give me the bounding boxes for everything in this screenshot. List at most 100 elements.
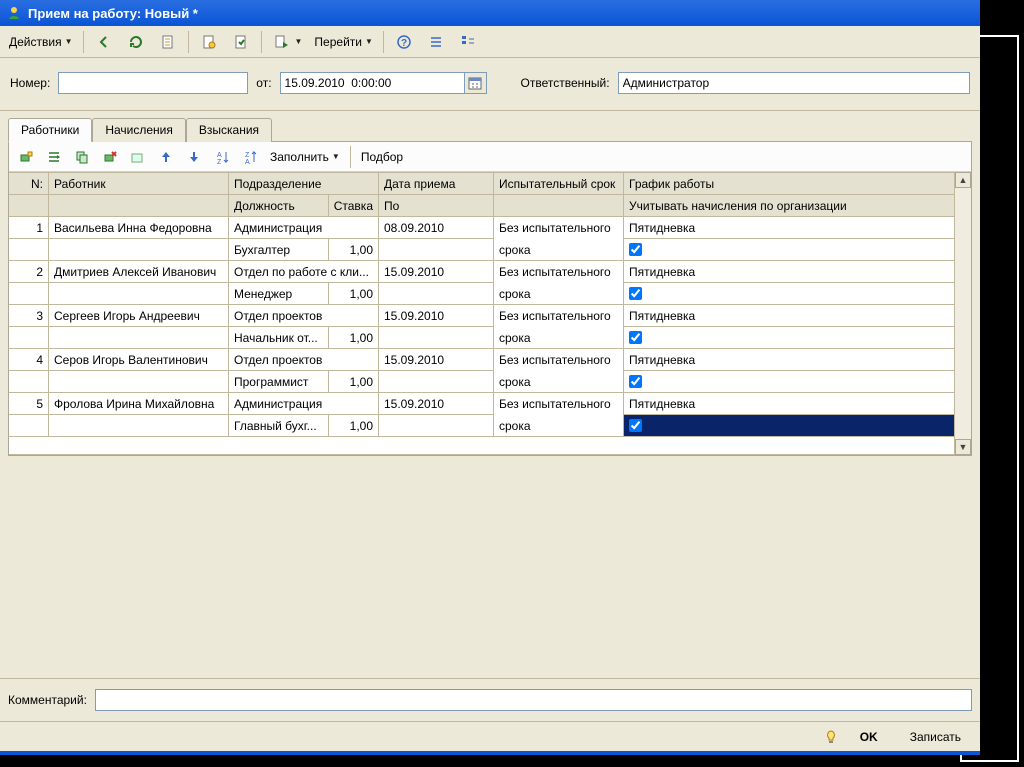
col-header-schedule[interactable]: График работы: [624, 173, 955, 195]
date-picker-button[interactable]: [465, 72, 487, 94]
copy-row-button[interactable]: [69, 145, 95, 169]
cell-trial-top[interactable]: Без испытательного: [494, 305, 624, 327]
cell-accrual[interactable]: [624, 283, 955, 305]
cell-n-sub[interactable]: [9, 415, 49, 437]
cell-emp-sub[interactable]: [49, 371, 229, 393]
save-button[interactable]: Записать: [899, 726, 972, 748]
cell-emp-sub[interactable]: [49, 327, 229, 349]
col-header-date[interactable]: Дата приема: [379, 173, 494, 195]
cell-to[interactable]: [379, 283, 494, 305]
move-down-button[interactable]: [181, 145, 207, 169]
cell-trial-top[interactable]: Без испытательного: [494, 261, 624, 283]
cell-position[interactable]: Главный бухг...: [229, 415, 329, 437]
go-menu[interactable]: Перейти ▼: [309, 30, 377, 54]
cell-n-sub[interactable]: [9, 283, 49, 305]
col-header-dept[interactable]: Подразделение: [229, 173, 379, 195]
cell-n-sub[interactable]: [9, 371, 49, 393]
insert-row-button[interactable]: [41, 145, 67, 169]
cell-schedule[interactable]: Пятидневка: [624, 305, 955, 327]
fill-menu[interactable]: Заполнить ▼: [265, 145, 345, 169]
cell-trial-bottom[interactable]: срока: [494, 283, 624, 305]
cell-accrual[interactable]: [624, 415, 955, 437]
accrual-checkbox[interactable]: [629, 375, 642, 388]
cell-dept[interactable]: Отдел проектов: [229, 349, 379, 371]
delete-row-button[interactable]: [97, 145, 123, 169]
responsible-input[interactable]: [618, 72, 970, 94]
tab-accruals[interactable]: Начисления: [92, 118, 186, 142]
cell-to[interactable]: [379, 239, 494, 261]
table-row[interactable]: 2Дмитриев Алексей ИвановичОтдел по работ…: [9, 261, 955, 305]
cell-n[interactable]: 1: [9, 217, 49, 239]
cell-n[interactable]: 5: [9, 393, 49, 415]
cell-n[interactable]: 2: [9, 261, 49, 283]
cell-accrual[interactable]: [624, 239, 955, 261]
cell-schedule[interactable]: Пятидневка: [624, 349, 955, 371]
cell-position[interactable]: Бухгалтер: [229, 239, 329, 261]
cell-n[interactable]: 4: [9, 349, 49, 371]
edit-row-button[interactable]: [125, 145, 151, 169]
cell-n[interactable]: 3: [9, 305, 49, 327]
cell-n-sub[interactable]: [9, 327, 49, 349]
cell-date[interactable]: 15.09.2010: [379, 305, 494, 327]
tab-employees[interactable]: Работники: [8, 118, 92, 142]
cell-accrual[interactable]: [624, 371, 955, 393]
toolbar-btn-2[interactable]: [121, 30, 151, 54]
cell-trial-bottom[interactable]: срока: [494, 327, 624, 349]
vertical-scrollbar[interactable]: ▲ ▼: [955, 172, 971, 455]
cell-emp-sub[interactable]: [49, 239, 229, 261]
cell-rate[interactable]: 1,00: [329, 327, 379, 349]
accrual-checkbox[interactable]: [629, 419, 642, 432]
cell-dept[interactable]: Администрация: [229, 217, 379, 239]
cell-rate[interactable]: 1,00: [329, 415, 379, 437]
cell-to[interactable]: [379, 371, 494, 393]
cell-to[interactable]: [379, 415, 494, 437]
table-row[interactable]: 5Фролова Ирина МихайловнаАдминистрация15…: [9, 393, 955, 437]
cell-date[interactable]: 15.09.2010: [379, 261, 494, 283]
cell-n-sub[interactable]: [9, 239, 49, 261]
cell-date[interactable]: 15.09.2010: [379, 393, 494, 415]
col-header-position[interactable]: Должность: [229, 195, 329, 217]
col-header-employee[interactable]: Работник: [49, 173, 229, 195]
sort-desc-button[interactable]: ZA: [237, 145, 263, 169]
toolbar-btn-6[interactable]: ▼: [267, 30, 308, 54]
cell-dept[interactable]: Отдел проектов: [229, 305, 379, 327]
cell-to[interactable]: [379, 327, 494, 349]
cell-employee[interactable]: Серов Игорь Валентинович: [49, 349, 229, 371]
cell-trial-bottom[interactable]: срока: [494, 415, 624, 437]
scroll-up-button[interactable]: ▲: [955, 172, 971, 188]
cell-emp-sub[interactable]: [49, 415, 229, 437]
cell-dept[interactable]: Администрация: [229, 393, 379, 415]
cell-schedule[interactable]: Пятидневка: [624, 217, 955, 239]
cell-position[interactable]: Программист: [229, 371, 329, 393]
help-button[interactable]: ?: [389, 30, 419, 54]
cell-position[interactable]: Начальник от...: [229, 327, 329, 349]
ok-button[interactable]: OK: [849, 726, 889, 748]
cell-rate[interactable]: 1,00: [329, 371, 379, 393]
cell-trial-top[interactable]: Без испытательного: [494, 217, 624, 239]
select-button[interactable]: Подбор: [356, 145, 408, 169]
cell-employee[interactable]: Фролова Ирина Михайловна: [49, 393, 229, 415]
table-row[interactable]: 1Васильева Инна ФедоровнаАдминистрация08…: [9, 217, 955, 261]
cell-rate[interactable]: 1,00: [329, 283, 379, 305]
cell-trial-top[interactable]: Без испытательного: [494, 349, 624, 371]
col-header-n[interactable]: N:: [9, 173, 49, 195]
cell-date[interactable]: 08.09.2010: [379, 217, 494, 239]
tab-deductions[interactable]: Взыскания: [186, 118, 272, 142]
date-input[interactable]: [280, 72, 465, 94]
cell-trial-top[interactable]: Без испытательного: [494, 393, 624, 415]
col-header-accrual[interactable]: Учитывать начисления по организации: [624, 195, 955, 217]
cell-employee[interactable]: Сергеев Игорь Андреевич: [49, 305, 229, 327]
cell-trial-bottom[interactable]: срока: [494, 371, 624, 393]
table-row[interactable]: 3Сергеев Игорь АндреевичОтдел проектов15…: [9, 305, 955, 349]
scroll-down-button[interactable]: ▼: [955, 439, 971, 455]
toolbar-btn-tree[interactable]: [453, 30, 483, 54]
cell-schedule[interactable]: Пятидневка: [624, 261, 955, 283]
col-header-rate[interactable]: Ставка: [329, 195, 379, 217]
actions-menu[interactable]: Действия ▼: [4, 30, 78, 54]
comment-input[interactable]: [95, 689, 972, 711]
add-row-button[interactable]: [13, 145, 39, 169]
cell-position[interactable]: Менеджер: [229, 283, 329, 305]
toolbar-btn-4[interactable]: [194, 30, 224, 54]
cell-schedule[interactable]: Пятидневка: [624, 393, 955, 415]
col-header-to[interactable]: По: [379, 195, 494, 217]
